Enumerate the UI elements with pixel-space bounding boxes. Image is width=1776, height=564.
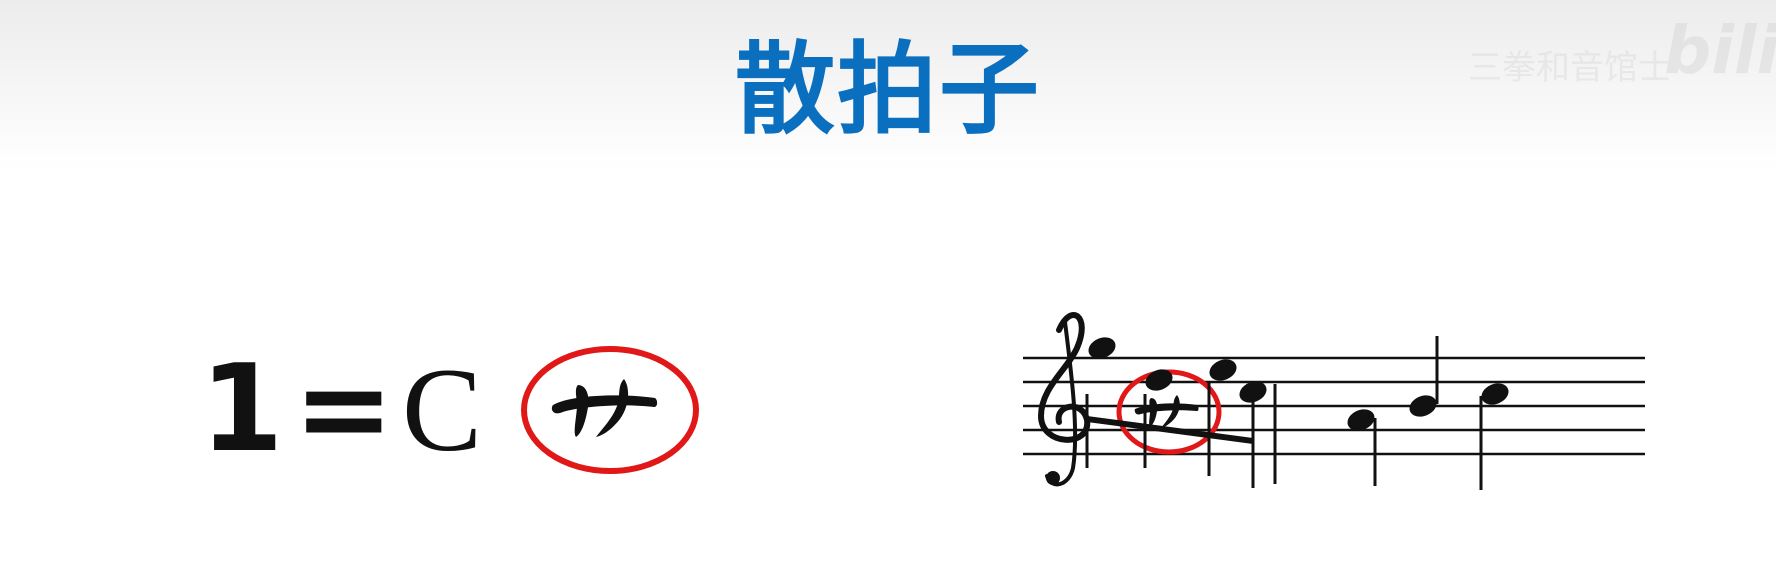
page-title: 散拍子 bbox=[735, 31, 1041, 148]
key-number: 1 bbox=[200, 340, 284, 479]
key-equals: = bbox=[293, 340, 395, 479]
note-head bbox=[1481, 383, 1509, 405]
free-meter-symbol-icon bbox=[551, 379, 658, 437]
treble-clef-icon bbox=[1037, 312, 1091, 487]
staff-lines bbox=[1023, 356, 1645, 456]
key-note: C bbox=[402, 343, 483, 476]
highlight-circle bbox=[521, 346, 699, 474]
key-signature-text: 1=C bbox=[200, 350, 482, 470]
note-head bbox=[1409, 395, 1437, 417]
music-staff bbox=[1023, 312, 1645, 490]
note-eighth-group bbox=[1085, 359, 1267, 488]
free-meter-highlight bbox=[521, 346, 699, 474]
note-head bbox=[1209, 359, 1237, 381]
